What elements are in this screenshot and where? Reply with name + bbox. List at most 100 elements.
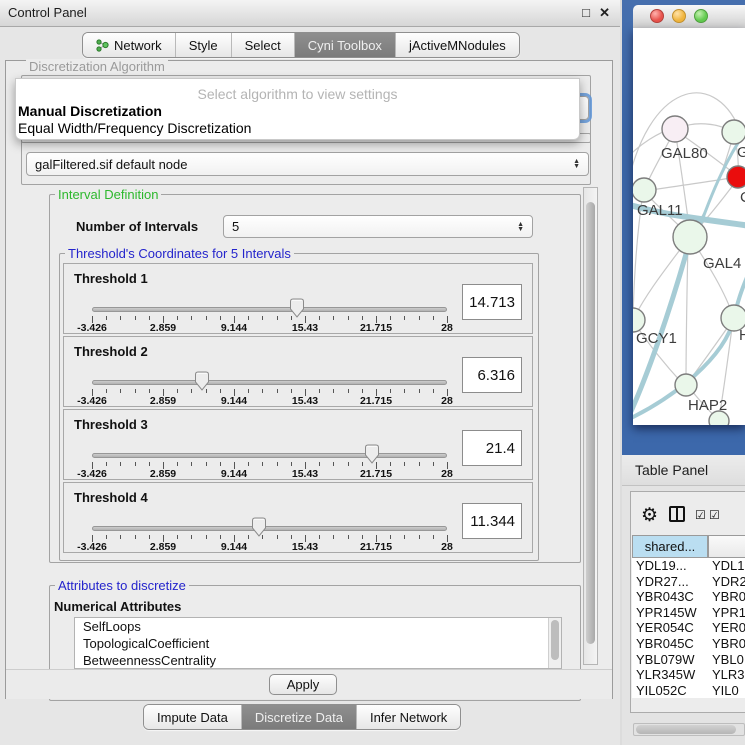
close-icon[interactable]: ✕ (599, 5, 610, 21)
network-node[interactable] (633, 308, 645, 332)
threshold-value-field[interactable]: 21.4 (462, 430, 522, 466)
split-columns-icon[interactable] (669, 506, 685, 522)
threshold-value-field[interactable]: 14.713 (462, 284, 522, 320)
tab-label: Cyni Toolbox (308, 38, 382, 53)
slider-tick (149, 389, 150, 393)
slider-tick (120, 462, 121, 466)
network-node[interactable] (727, 166, 745, 188)
attribute-item-selfloops[interactable]: SelfLoops (75, 618, 561, 635)
threshold-label: Threshold 2 (74, 344, 148, 359)
network-canvas[interactable]: GAL80GACGAL11GAL4GCY1HHAP2 (633, 28, 745, 425)
slider-tick-label: 15.43 (292, 322, 318, 334)
table-row[interactable]: YDR27...YDR2 (632, 574, 745, 590)
slider-tick (248, 462, 249, 466)
column-header-name[interactable]: n (708, 535, 745, 558)
zoom-traffic-light[interactable] (694, 9, 708, 23)
cell-shared-name: YDR27... (632, 574, 708, 590)
table-horizontal-scrollbar[interactable] (633, 723, 745, 736)
slider-tick (262, 316, 263, 320)
network-graph: GAL80GACGAL11GAL4GCY1HHAP2 (633, 28, 745, 425)
table-panel-body: ⚙ ☑ ☑ shared... n YDL19...YDL1YDR27...YD… (630, 491, 745, 713)
screen: Control Panel □ ✕ NetworkStyleSelectCyni… (0, 0, 745, 745)
network-node[interactable] (675, 374, 697, 396)
minimize-traffic-light[interactable] (672, 9, 686, 23)
network-node[interactable] (673, 220, 707, 254)
slider-tick (206, 535, 207, 539)
panel-scrollbar-thumb[interactable] (586, 202, 595, 644)
slider-tick (348, 535, 349, 539)
threshold-label: Threshold 3 (74, 417, 148, 432)
slider-tick (390, 316, 391, 320)
column-header-shared-name[interactable]: shared... (632, 535, 708, 558)
slider-tick (433, 535, 434, 539)
cell-shared-name: YBR043C (632, 589, 708, 605)
tab-style[interactable]: Style (175, 33, 231, 57)
tab-impute-data[interactable]: Impute Data (144, 705, 241, 729)
slider-tick (177, 535, 178, 539)
table-row[interactable]: YBR043CYBR0 (632, 589, 745, 605)
slider-thumb[interactable] (289, 298, 305, 318)
slider-track[interactable] (92, 526, 447, 531)
network-node[interactable] (722, 120, 745, 144)
cell-name: YDR2 (708, 574, 745, 590)
slider-tick-label: 28 (441, 468, 453, 480)
float-window-icon[interactable]: □ (582, 5, 590, 20)
tab-cyni-toolbox[interactable]: Cyni Toolbox (294, 33, 395, 57)
table-row[interactable]: YBL079WYBL0 (632, 652, 745, 668)
slider-tick (333, 535, 334, 539)
table-row[interactable]: YIL052CYIL0 (632, 683, 745, 699)
tab-label: Network (114, 38, 162, 53)
network-node[interactable] (662, 116, 688, 142)
numerical-attributes-list[interactable]: SelfLoopsTopologicalCoefficientBetweenne… (74, 617, 562, 669)
apply-button[interactable]: Apply (269, 674, 337, 695)
threshold-value-field[interactable]: 6.316 (462, 357, 522, 393)
attribute-item-topologicalcoefficient[interactable]: TopologicalCoefficient (75, 635, 561, 652)
threshold-panel-2: Threshold 2-3.4262.8599.14415.4321.71528… (63, 336, 533, 407)
tab-network[interactable]: Network (83, 33, 175, 57)
slider-tick (433, 389, 434, 393)
table-row[interactable]: YER054CYER0 (632, 620, 745, 636)
threshold-value-field[interactable]: 11.344 (462, 503, 522, 539)
attributes-scrollbar[interactable] (548, 618, 561, 668)
slider-tick-label: 28 (441, 541, 453, 553)
table-row[interactable]: YLR345WYLR3 (632, 667, 745, 683)
tab-label: Infer Network (370, 710, 447, 725)
algorithm-option-equal-width[interactable]: Equal Width/Frequency Discretization (18, 120, 251, 136)
table-data-combobox[interactable]: galFiltered.sif default node ▲▼ (26, 152, 589, 176)
checkbox-checked-icon[interactable]: ☑ (709, 508, 720, 522)
tab-select[interactable]: Select (231, 33, 294, 57)
algorithm-option-manual[interactable]: Manual Discretization (18, 103, 162, 119)
threshold-panel-4: Threshold 4-3.4262.8599.14415.4321.71528… (63, 482, 533, 553)
table-row[interactable]: YDL19...YDL1 (632, 558, 745, 574)
slider-tick-label: -3.426 (77, 395, 107, 407)
tab-discretize-data[interactable]: Discretize Data (241, 705, 356, 729)
slider-thumb[interactable] (364, 444, 380, 464)
table-panel: Table Panel ⚙ ☑ ☑ shared... n YDL19...YD… (622, 455, 745, 745)
slider-track[interactable] (92, 453, 447, 458)
number-of-intervals-combobox[interactable]: 5 ▲▼ (223, 215, 533, 238)
table-row[interactable]: YPR145WYPR1 (632, 605, 745, 621)
tab-infer-network[interactable]: Infer Network (356, 705, 460, 729)
slider-thumb[interactable] (251, 517, 267, 537)
tab-jactivemnodules[interactable]: jActiveMNodules (395, 33, 519, 57)
table-hscrollbar-thumb[interactable] (636, 725, 736, 734)
algorithm-dropdown-popup: Select algorithm to view settings Manual… (15, 78, 580, 140)
checkbox-checked-icon[interactable]: ☑ (695, 508, 706, 522)
slider-tick-label: 2.859 (150, 541, 176, 553)
slider-tick (433, 462, 434, 466)
table-data-value: galFiltered.sif default node (35, 157, 187, 172)
slider-track[interactable] (92, 307, 447, 312)
network-node[interactable] (633, 178, 656, 202)
table-row[interactable]: YBR045CYBR0 (632, 636, 745, 652)
combo-arrows-icon: ▲▼ (567, 159, 580, 169)
attributes-scrollbar-thumb[interactable] (551, 620, 559, 660)
attribute-item-betweennesscentrality[interactable]: BetweennessCentrality (75, 652, 561, 669)
slider-track[interactable] (92, 380, 447, 385)
gear-icon[interactable]: ⚙ (641, 504, 658, 527)
panel-scrollbar[interactable] (583, 187, 598, 665)
slider-thumb[interactable] (194, 371, 210, 391)
close-traffic-light[interactable] (650, 9, 664, 23)
node-label: GAL11 (637, 202, 683, 219)
node-label: C (740, 189, 745, 206)
slider-tick-label: 9.144 (221, 541, 247, 553)
